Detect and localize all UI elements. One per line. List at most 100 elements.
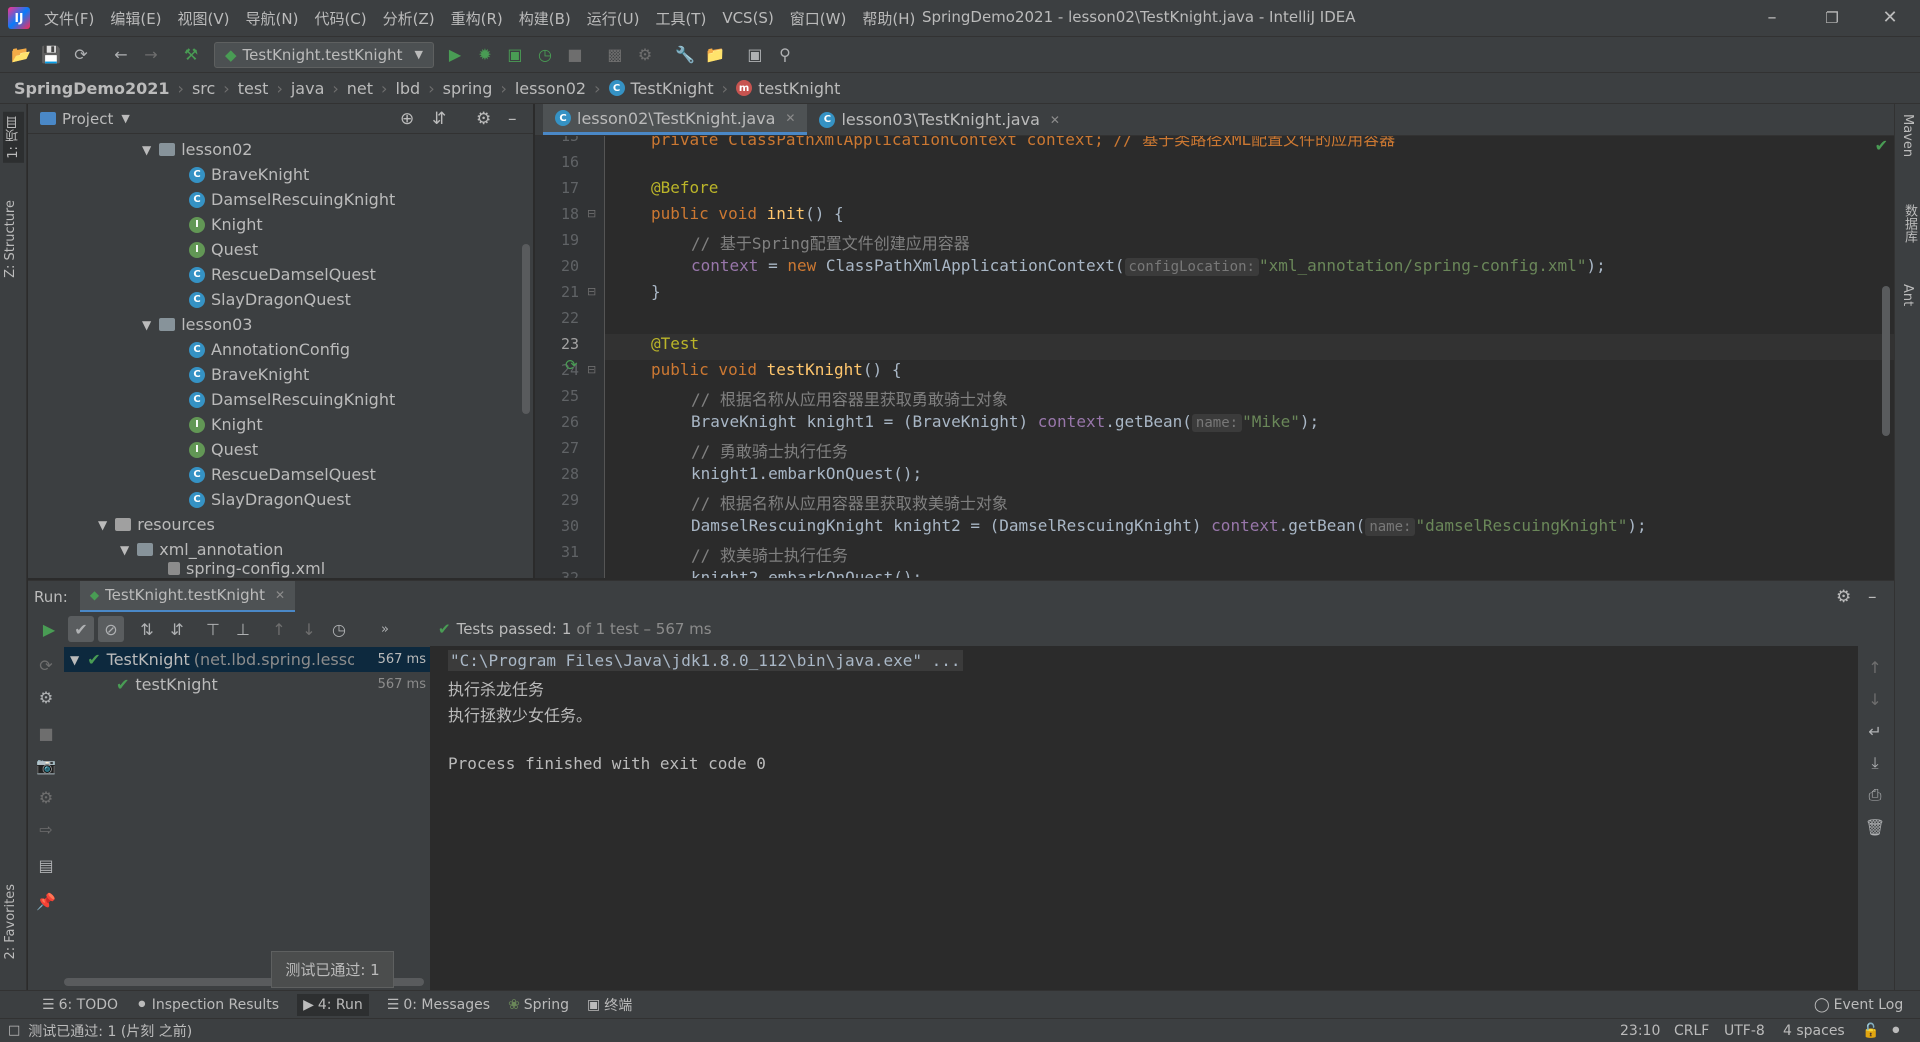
stop-icon[interactable]: ■ (33, 720, 59, 746)
stop-icon[interactable]: ■ (562, 42, 588, 68)
inspector-icon[interactable]: ⚫ (1890, 1023, 1902, 1039)
scroll-up-icon[interactable]: ↑ (1862, 654, 1888, 680)
restore-icon[interactable]: ❐ (1820, 6, 1844, 30)
breadcrumb-spring[interactable]: spring (443, 79, 493, 98)
build-hammer-icon[interactable]: ⚒ (178, 42, 204, 68)
tree-item[interactable]: C RescueDamselQuest (189, 462, 376, 487)
profile-icon[interactable]: ◷ (532, 42, 558, 68)
coverage-icon[interactable]: ▣ (502, 42, 528, 68)
tool-window-toggle-icon[interactable]: □ (8, 1023, 20, 1038)
tree-item-lesson03[interactable]: ▼ lesson03 (142, 312, 252, 337)
hide-panel-icon[interactable]: – (508, 109, 517, 129)
run-icon[interactable]: ▶ (442, 42, 468, 68)
debug-icon[interactable]: ✹ (472, 42, 498, 68)
caret-position[interactable]: 23:10 (1620, 1023, 1660, 1039)
tree-item[interactable]: C BraveKnight (189, 162, 309, 187)
console-output[interactable]: "C:\Program Files\Java\jdk1.8.0_112\bin\… (430, 646, 1858, 990)
fold-icon[interactable]: ⊟ (587, 363, 596, 376)
sort-duration-icon[interactable]: ⇵ (164, 616, 190, 642)
tree-item-lesson02[interactable]: ▼ lesson02 (142, 137, 252, 162)
forward-arrow-icon[interactable]: → (138, 42, 164, 68)
file-encoding[interactable]: UTF-8 (1724, 1023, 1765, 1039)
save-icon[interactable]: 💾 (38, 42, 64, 68)
breadcrumb-lesson02[interactable]: lesson02 (515, 79, 586, 98)
menu-vcs[interactable]: VCS(S) (722, 9, 773, 27)
breadcrumb-net[interactable]: net (347, 79, 373, 98)
rerun-icon[interactable]: ▶ (36, 616, 62, 642)
tree-item[interactable]: I Quest (189, 437, 258, 462)
inspection-tool-tab[interactable]: ⚫ Inspection Results (136, 997, 279, 1013)
more-icon[interactable]: » (372, 616, 398, 642)
toggle-auto-test-icon[interactable]: ⚙ (33, 684, 59, 710)
locate-icon[interactable]: ⊕ (400, 109, 414, 129)
close-tab-icon[interactable]: ✕ (275, 588, 285, 602)
print-icon[interactable]: ⎙ (1862, 782, 1888, 808)
tree-item[interactable]: C BraveKnight (189, 362, 309, 387)
expand-arrow-icon[interactable]: ▼ (70, 653, 79, 667)
tree-item[interactable]: I Knight (189, 412, 263, 437)
trash-icon[interactable]: 🗑 (1862, 814, 1888, 840)
sort-alpha-icon[interactable]: ⇅ (134, 616, 160, 642)
line-separator[interactable]: CRLF (1674, 1023, 1709, 1039)
expand-arrow-icon[interactable]: ▼ (120, 543, 129, 557)
menu-refactor[interactable]: 重构(R) (451, 8, 503, 29)
editor-tab-lesson02[interactable]: C lesson02\TestKnight.java ✕ (543, 104, 808, 135)
sync-icon[interactable]: ⟳ (68, 42, 94, 68)
tree-item[interactable]: spring-config.xml (168, 559, 325, 578)
attach-debugger-icon[interactable]: ▩ (602, 42, 628, 68)
close-tab-icon[interactable]: ✕ (785, 111, 795, 125)
lock-icon[interactable]: 🔓 (1862, 1023, 1879, 1039)
run-tool-tab[interactable]: ▶ 4: Run (297, 993, 369, 1016)
coverage-data-icon[interactable]: ⚙ (632, 42, 658, 68)
test-row-method[interactable]: ✔ testKnight 567 ms (116, 672, 430, 697)
menu-build[interactable]: 构建(B) (519, 8, 571, 29)
menu-navigate[interactable]: 导航(N) (246, 8, 299, 29)
favorites-tool-tab[interactable]: 2: Favorites (3, 884, 18, 960)
debug-bug-icon[interactable]: ⚙ (33, 784, 59, 810)
ant-tool-tab[interactable]: Ant (1900, 284, 1915, 306)
close-tab-icon[interactable]: ✕ (1050, 113, 1060, 127)
menu-help[interactable]: 帮助(H) (862, 8, 915, 29)
menu-run[interactable]: 运行(U) (587, 8, 640, 29)
menu-analyze[interactable]: 分析(Z) (383, 8, 435, 29)
tree-item[interactable]: C SlayDragonQuest (189, 487, 351, 512)
status-message[interactable]: 测试已通过: 1 (片刻 之前) (28, 1021, 192, 1041)
scroll-to-end-icon[interactable]: ⤓ (1862, 750, 1888, 776)
breadcrumb-java[interactable]: java (291, 79, 325, 98)
back-arrow-icon[interactable]: ← (108, 42, 134, 68)
project-structure-icon[interactable]: 📁 (702, 42, 728, 68)
menu-window[interactable]: 窗口(W) (790, 8, 847, 29)
collapse-all-icon[interactable]: ⊥ (230, 616, 256, 642)
terminal-tool-tab[interactable]: ▣ 终端 (587, 995, 632, 1015)
tree-item[interactable]: C DamselRescuingKnight (189, 187, 395, 212)
todo-tool-tab[interactable]: ☰ 6: TODO (42, 997, 118, 1013)
menu-code[interactable]: 代码(C) (314, 8, 366, 29)
expand-arrow-icon[interactable]: ▼ (142, 143, 151, 157)
run-tab[interactable]: ◆ TestKnight.testKnight ✕ (79, 580, 296, 613)
open-folder-icon[interactable]: 📂 (8, 42, 34, 68)
gear-icon[interactable]: ⚙ (1836, 587, 1851, 607)
breadcrumb-src[interactable]: src (192, 79, 215, 98)
expand-all-icon[interactable]: ⊤ (200, 616, 226, 642)
breadcrumb-method[interactable]: testKnight (758, 79, 840, 98)
run-test-gutter-icon[interactable]: ⟳ (565, 356, 578, 374)
minimize-icon[interactable]: – (1760, 6, 1784, 30)
tree-item-resources[interactable]: ▼ resources (98, 512, 215, 537)
pin-icon[interactable]: 📌 (33, 888, 59, 914)
show-ignored-icon[interactable]: ⊘ (98, 616, 124, 642)
event-log-tool-tab[interactable]: ◯ Event Log (1814, 997, 1903, 1013)
test-history-icon[interactable]: ◷ (326, 616, 352, 642)
breadcrumb-class[interactable]: TestKnight (631, 79, 714, 98)
show-passed-icon[interactable]: ✔ (68, 616, 94, 642)
indent-setting[interactable]: 4 spaces (1783, 1023, 1845, 1039)
collapse-all-icon[interactable]: ⇵ (432, 109, 446, 129)
breadcrumb-test[interactable]: test (238, 79, 269, 98)
close-icon[interactable]: ✕ (1878, 6, 1902, 30)
menu-edit[interactable]: 编辑(E) (110, 8, 161, 29)
chevron-down-icon[interactable]: ▼ (121, 112, 129, 125)
tree-item[interactable]: C SlayDragonQuest (189, 287, 351, 312)
menu-view[interactable]: 视图(V) (178, 8, 230, 29)
search-icon[interactable]: ⚲ (772, 42, 798, 68)
settings-wrench-icon[interactable]: 🔧 (672, 42, 698, 68)
exit-icon[interactable]: ⇨ (33, 816, 59, 842)
